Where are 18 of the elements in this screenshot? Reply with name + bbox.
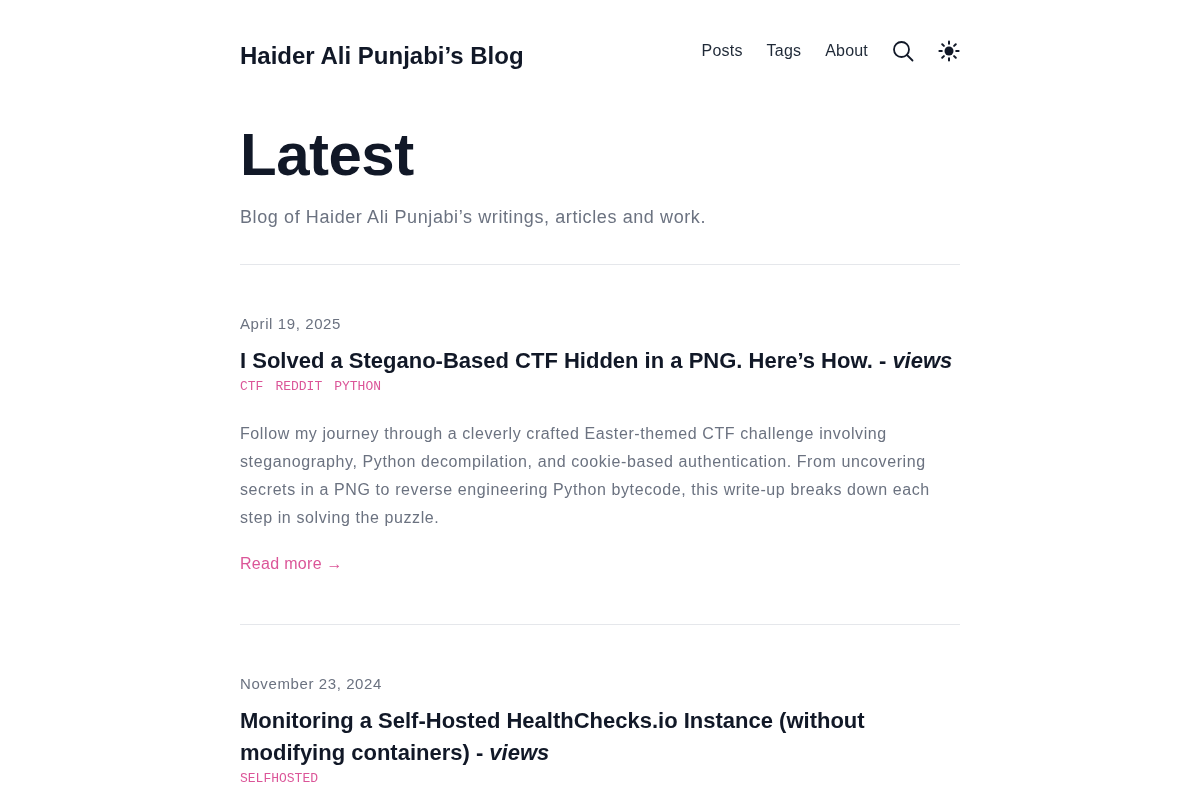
- site-title-link[interactable]: Haider Ali Punjabi’s Blog: [240, 42, 524, 70]
- post-summary: Follow my journey through a cleverly crafted Easter-themed CTF challenge involving steganography, Python decompilation, and cookie-based authentication. From uncovering secrets in a PNG to reverse engineering Python bytecode, this write-up breaks down each step in solving the puzzle.: [240, 424, 931, 528]
- read-more-link[interactable]: Read more →: [240, 552, 343, 576]
- post-title-link[interactable]: Monitoring a Self-Hosted HealthChecks.io Instance (without modifying containers) - views: [240, 705, 960, 769]
- post-date: April 19, 2025: [240, 314, 342, 334]
- post-title-link[interactable]: I Solved a Stegano-Based CTF Hidden in a PNG. Here’s How. - views: [240, 345, 960, 377]
- nav-link[interactable]: Tags: [766, 42, 802, 60]
- tag-link[interactable]: SELFHOSTED: [240, 770, 318, 788]
- nav-link[interactable]: About: [825, 42, 868, 60]
- nav-link[interactable]: Posts: [701, 42, 743, 60]
- tag-link[interactable]: REDDIT: [275, 378, 323, 396]
- sun-icon[interactable]: [938, 40, 960, 62]
- page-subtitle: Blog of Haider Ali Punjabi’s writings, articles and work.: [240, 206, 708, 229]
- tag-link[interactable]: CTF: [240, 378, 264, 396]
- tag-link[interactable]: PYTHON: [334, 378, 382, 396]
- search-button[interactable]: [892, 40, 914, 62]
- post-date: November 23, 2024: [240, 674, 383, 694]
- page-heading: Latest: [240, 125, 415, 185]
